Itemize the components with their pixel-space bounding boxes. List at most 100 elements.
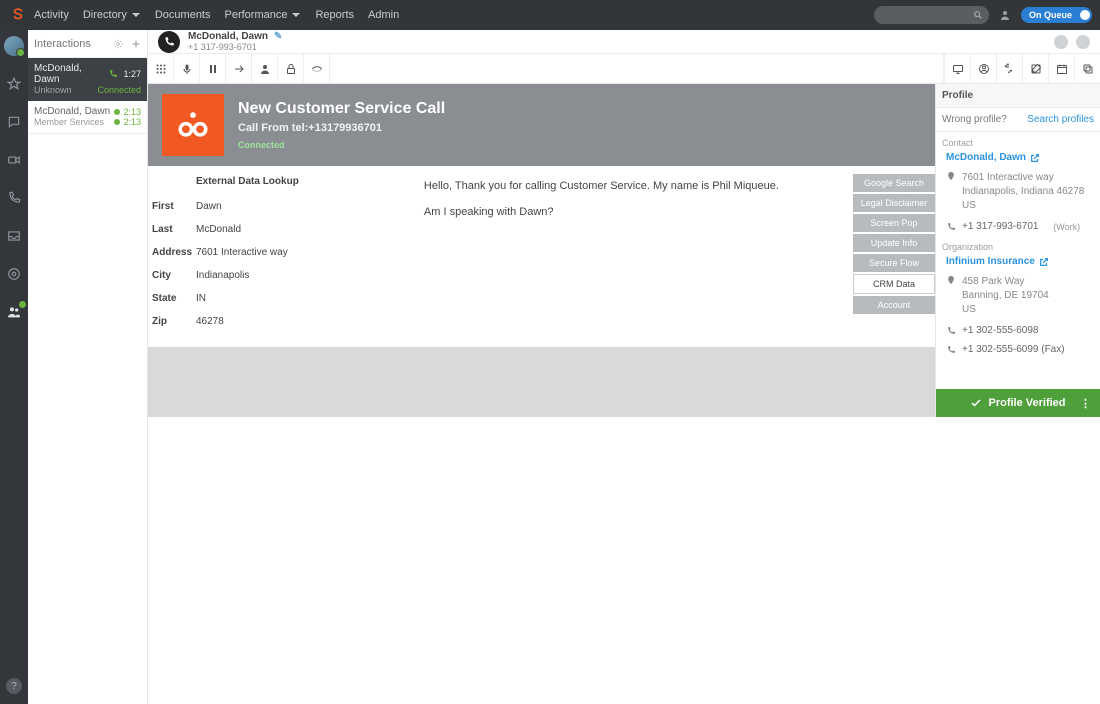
interaction-name: McDonald, Dawn (34, 63, 108, 85)
menu-performance[interactable]: Performance (225, 9, 302, 21)
lookup-key: Last (152, 224, 196, 235)
contact-name-link[interactable]: McDonald, Dawn (936, 150, 1100, 167)
lookup-key: State (152, 293, 196, 304)
org-phone[interactable]: +1 302-555-6098 (962, 325, 1038, 336)
external-link-icon (1039, 257, 1049, 267)
profile-title: Profile (936, 84, 1100, 108)
interaction-item[interactable]: McDonald, Dawn 1:27 Unknown Connected (28, 58, 147, 101)
menu-admin[interactable]: Admin (368, 9, 399, 21)
hero-title: New Customer Service Call (238, 100, 445, 118)
profile-verified-menu-icon[interactable]: ⋮ (1080, 397, 1092, 410)
org-fax: +1 302-555-6099 (Fax) (962, 344, 1065, 355)
profile-toggle-button[interactable] (970, 54, 996, 84)
lookup-row: Address7601 Interactive way (148, 241, 410, 264)
interactions-title: Interactions (34, 38, 91, 50)
lookup-row: FirstDawn (148, 195, 410, 218)
checkmark-icon (970, 397, 982, 409)
action-secure-flow[interactable]: Secure Flow (853, 254, 935, 272)
org-name-link[interactable]: Infinium Insurance (936, 254, 1100, 271)
active-call-icon (158, 31, 180, 53)
rail-phone-icon[interactable] (4, 188, 24, 208)
notes-button[interactable] (1022, 54, 1048, 84)
rail-favorites-icon[interactable] (4, 74, 24, 94)
external-link-icon (1030, 153, 1040, 163)
lookup-row: StateIN (148, 287, 410, 310)
phone-icon (108, 69, 118, 79)
screen-button[interactable] (944, 54, 970, 84)
hold-button[interactable] (200, 54, 226, 84)
top-bar: Activity Directory Documents Performance… (0, 0, 1100, 30)
lookup-key: City (152, 270, 196, 281)
lookup-key: First (152, 201, 196, 212)
left-rail: ? (0, 30, 28, 704)
lookup-heading: External Data Lookup (148, 176, 410, 195)
lookup-value: Dawn (196, 201, 222, 212)
header-prev-icon[interactable] (1054, 35, 1068, 49)
wrong-profile-label: Wrong profile? (942, 114, 1007, 125)
copy-button[interactable] (1074, 54, 1100, 84)
interactions-panel: Interactions McDonald, Dawn 1:27 Unknown… (28, 30, 148, 704)
hero-from: Call From tel:+13179936701 (238, 122, 445, 134)
footer-spacer (148, 347, 935, 417)
lookup-key: Zip (152, 316, 196, 327)
menu-directory[interactable]: Directory (83, 9, 141, 21)
menu-activity[interactable]: Activity (34, 9, 69, 21)
brand-logo-icon (8, 5, 28, 25)
action-legal-disclaimer[interactable]: Legal Disclaimer (853, 194, 935, 212)
svg-text:“: “ (1004, 63, 1009, 73)
interaction-item[interactable]: McDonald, Dawn 2:13 Member Services 2:13 (28, 101, 147, 134)
action-account[interactable]: Account (853, 296, 935, 314)
center-area: McDonald, Dawn ✎ +1 317-993-6701 (148, 30, 1100, 704)
phone-icon (946, 222, 956, 232)
interaction-name: McDonald, Dawn (34, 106, 110, 117)
contact-section-label: Contact (936, 132, 1100, 150)
dialpad-button[interactable] (148, 54, 174, 84)
mute-button[interactable] (174, 54, 200, 84)
secure-button[interactable] (278, 54, 304, 84)
phone-icon (946, 345, 956, 355)
rail-inbox-icon[interactable] (4, 226, 24, 246)
lookup-value: 7601 Interactive way (196, 247, 288, 258)
consult-button[interactable] (252, 54, 278, 84)
rail-contacts-icon[interactable] (4, 302, 24, 322)
edit-name-icon[interactable]: ✎ (274, 31, 282, 42)
interactions-add-icon[interactable] (131, 39, 141, 49)
action-google-search[interactable]: Google Search (853, 174, 935, 192)
contact-phone[interactable]: +1 317-993-6701 (962, 221, 1038, 232)
menu-reports[interactable]: Reports (315, 9, 354, 21)
hero-logo-icon (162, 94, 224, 156)
script-line: Hello, Thank you for calling Customer Se… (424, 180, 843, 192)
lookup-row: LastMcDonald (148, 218, 410, 241)
script-body: External Data Lookup FirstDawnLastMcDona… (148, 166, 935, 347)
menu-documents[interactable]: Documents (155, 9, 211, 21)
interactions-header: Interactions (28, 30, 147, 58)
lookup-value: Indianapolis (196, 270, 249, 281)
search-profiles-link[interactable]: Search profiles (1027, 114, 1094, 125)
more-button[interactable] (304, 54, 330, 84)
search-icon (973, 10, 983, 20)
rail-apps-icon[interactable] (4, 264, 24, 284)
lookup-value: IN (196, 293, 206, 304)
on-queue-toggle[interactable]: On Queue (1021, 7, 1092, 23)
rail-help-icon[interactable]: ? (6, 678, 22, 694)
action-update-info[interactable]: Update Info (853, 234, 935, 252)
rail-avatar[interactable] (4, 36, 24, 56)
rail-video-icon[interactable] (4, 150, 24, 170)
header-next-icon[interactable] (1076, 35, 1090, 49)
user-icon[interactable] (999, 9, 1011, 21)
lookup-value: McDonald (196, 224, 241, 235)
phone-icon (946, 326, 956, 336)
interactions-settings-icon[interactable] (113, 39, 123, 49)
global-search[interactable] (874, 6, 989, 24)
transfer-button[interactable] (226, 54, 252, 84)
org-address: 458 Park WayBanning, DE 19704US (962, 275, 1049, 317)
rail-chat-icon[interactable] (4, 112, 24, 132)
script-button[interactable]: “ (996, 54, 1022, 84)
action-crm-data[interactable]: CRM Data (853, 274, 935, 294)
external-data-lookup: External Data Lookup FirstDawnLastMcDona… (148, 166, 424, 347)
action-screen-pop[interactable]: Screen Pop (853, 214, 935, 232)
call-script: Hello, Thank you for calling Customer Se… (424, 166, 853, 347)
script-line: Am I speaking with Dawn? (424, 206, 843, 218)
schedule-button[interactable] (1048, 54, 1074, 84)
lookup-row: Zip46278 (148, 310, 410, 333)
